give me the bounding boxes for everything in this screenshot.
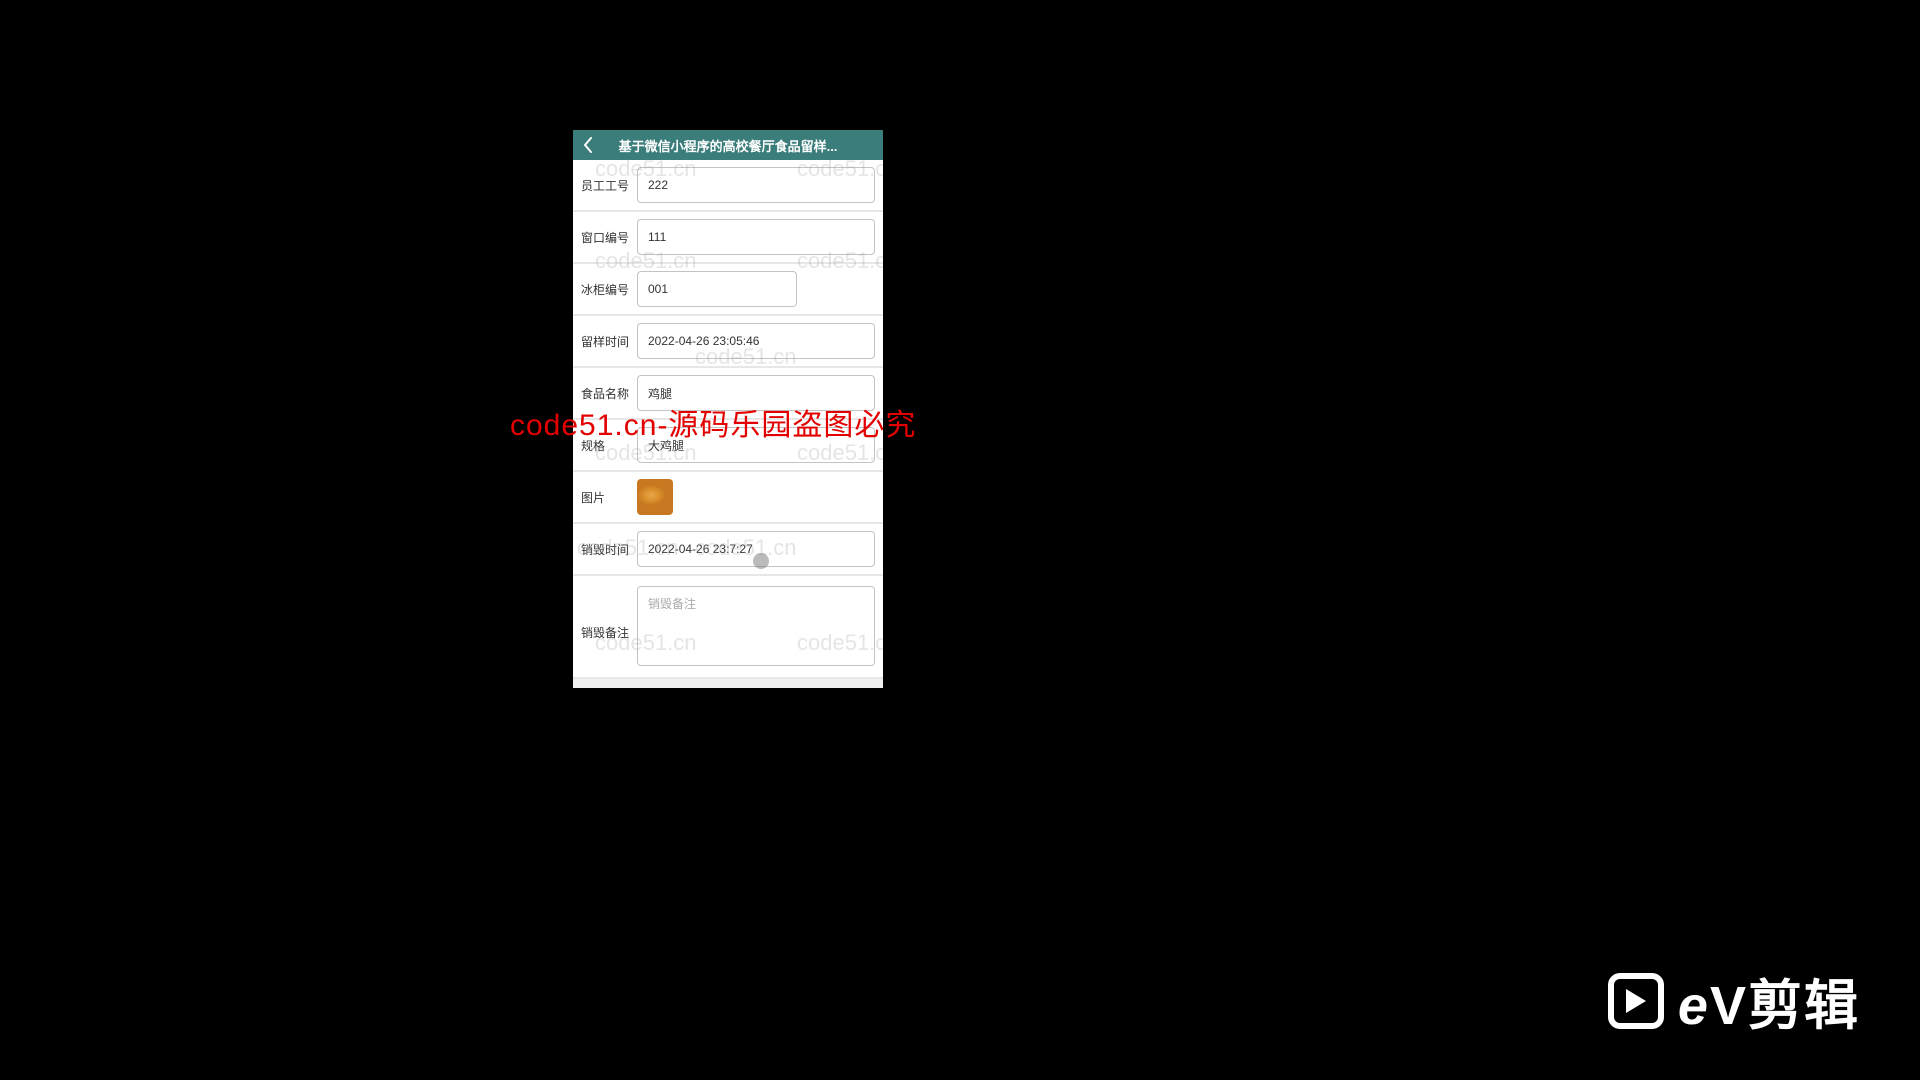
row-food-name: 食品名称 (573, 368, 883, 420)
label-sample-time: 留样时间 (581, 333, 637, 350)
input-destroy-time[interactable] (637, 531, 875, 567)
label-window-no: 窗口编号 (581, 229, 637, 246)
food-image-thumbnail[interactable] (637, 479, 673, 515)
row-image: 图片 (573, 472, 883, 524)
row-destroy-note: 销毁备注 (573, 576, 883, 679)
label-image: 图片 (581, 489, 637, 506)
input-destroy-note[interactable] (637, 586, 875, 666)
row-window-no: 窗口编号 (573, 212, 883, 264)
ev-brand-text: eV剪辑 (1678, 961, 1860, 1040)
phone-frame: 基于微信小程序的高校餐厅食品留样... 员工工号 窗口编号 冰柜编号 留样时间 … (573, 130, 883, 688)
row-sample-time: 留样时间 (573, 316, 883, 368)
ev-editor-logo: eV剪辑 (1608, 961, 1860, 1040)
row-destroy-time: 销毁时间 (573, 524, 883, 576)
row-spec: 规格 (573, 420, 883, 472)
input-spec[interactable] (637, 427, 875, 463)
label-destroy-note: 销毁备注 (581, 624, 637, 641)
input-freezer-no[interactable] (637, 271, 797, 307)
label-employee-id: 员工工号 (581, 177, 637, 194)
label-destroy-time: 销毁时间 (581, 541, 637, 558)
back-button[interactable] (573, 130, 603, 160)
input-employee-id[interactable] (637, 167, 875, 203)
input-food-name[interactable] (637, 375, 875, 411)
input-window-no[interactable] (637, 219, 875, 255)
form-area: 员工工号 窗口编号 冰柜编号 留样时间 食品名称 规格 图片 (573, 160, 883, 679)
row-employee-id: 员工工号 (573, 160, 883, 212)
app-header: 基于微信小程序的高校餐厅食品留样... (573, 130, 883, 160)
play-icon (1608, 973, 1664, 1029)
label-spec: 规格 (581, 437, 637, 454)
page-title: 基于微信小程序的高校餐厅食品留样... (603, 136, 883, 155)
label-food-name: 食品名称 (581, 385, 637, 402)
input-sample-time[interactable] (637, 323, 875, 359)
row-freezer-no: 冰柜编号 (573, 264, 883, 316)
label-freezer-no: 冰柜编号 (581, 281, 637, 298)
chevron-left-icon (583, 137, 593, 153)
